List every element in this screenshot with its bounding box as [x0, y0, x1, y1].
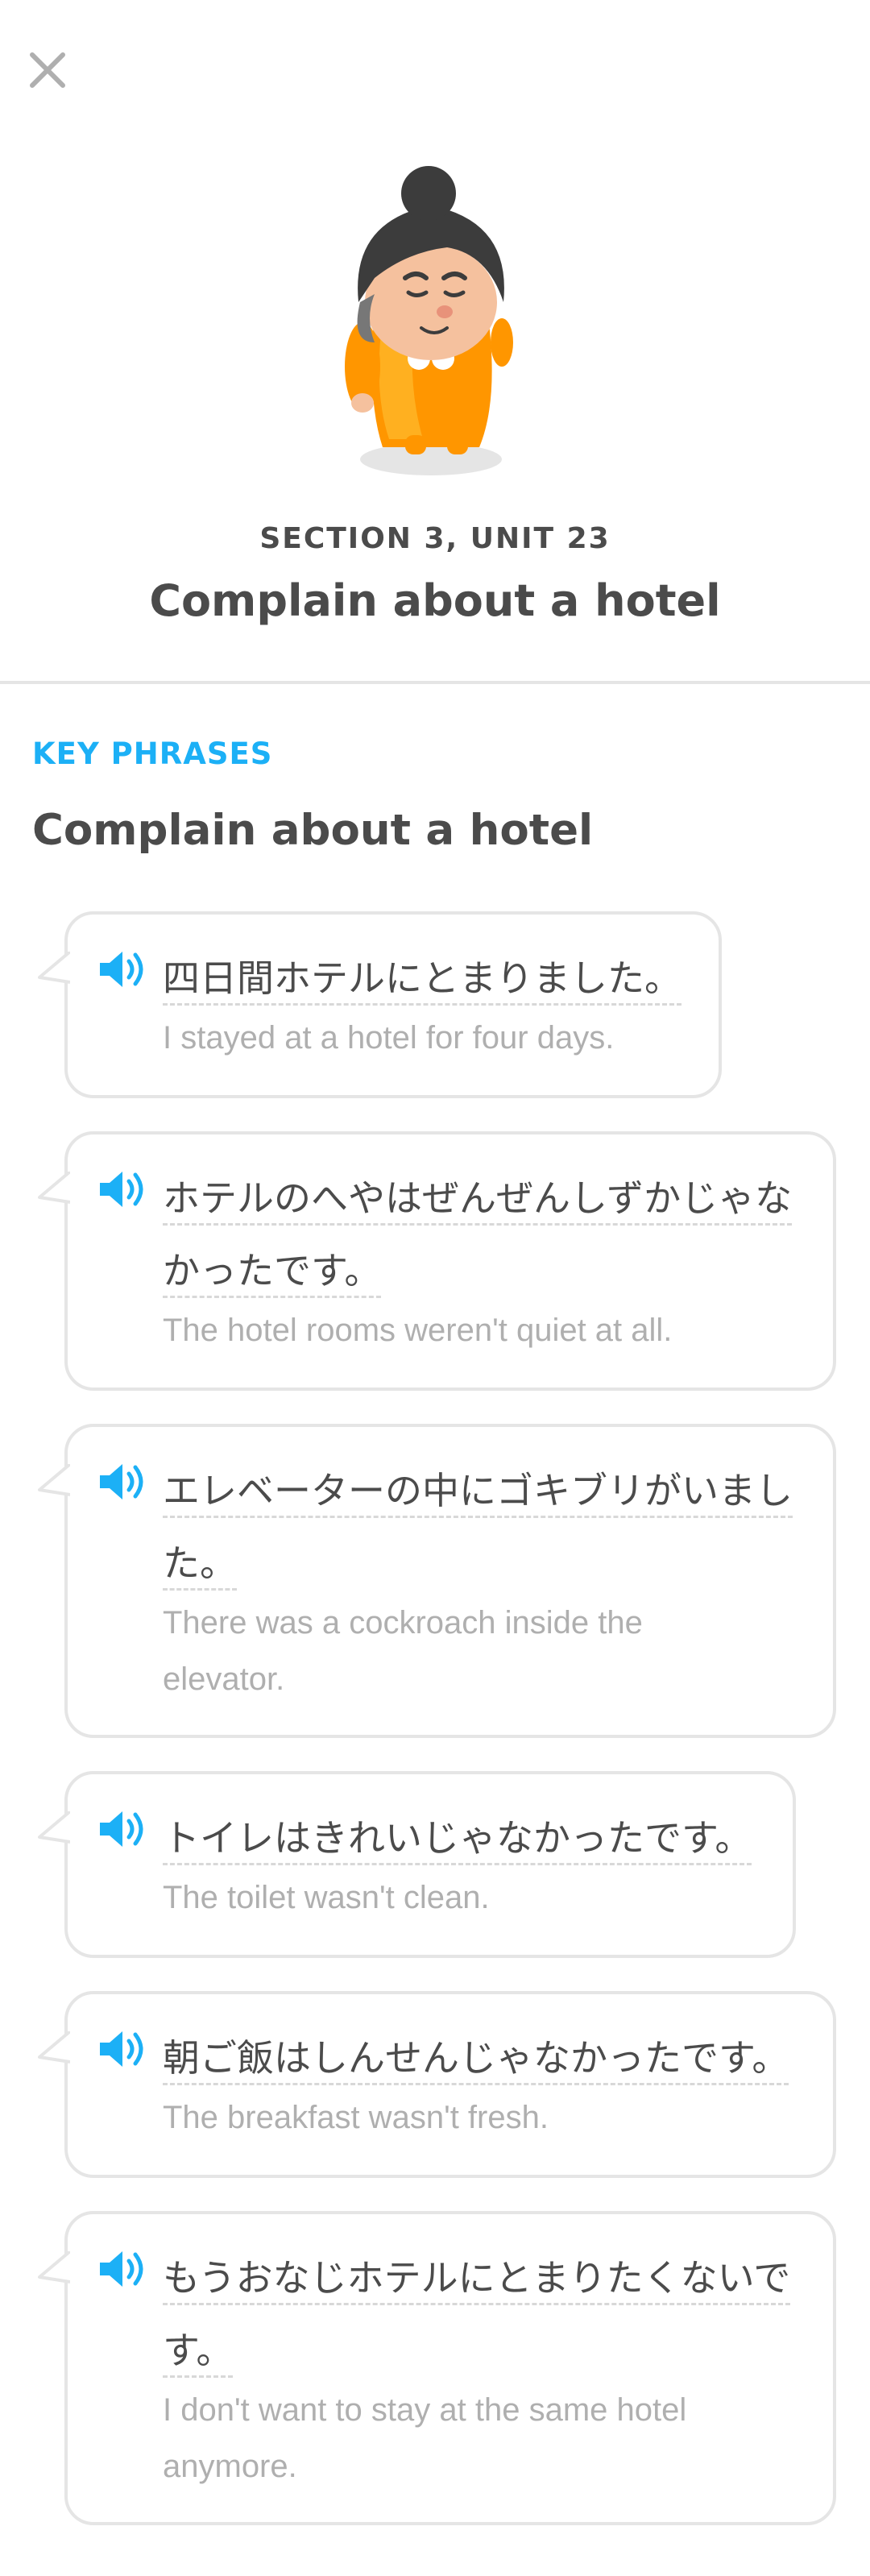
bubble-tail — [38, 2031, 70, 2064]
speaker-icon[interactable] — [97, 1461, 147, 1503]
phrase-english: I don't want to stay at the same hotel an… — [163, 2392, 687, 2484]
phrase-japanese[interactable]: トイレはきれいじゃなかったです。 — [163, 1802, 768, 1874]
phrase-english: The toilet wasn't clean. — [163, 1880, 490, 1915]
bubble-tail — [38, 2251, 70, 2284]
unit-title: Complain about a hotel — [149, 575, 721, 626]
key-phrases-label: KEY PHRASES — [32, 736, 273, 771]
phrase-card: 朝ご飯はしんせんじゃなかったです。 The breakfast wasn't f… — [38, 1991, 836, 2178]
unit-label: SECTION 3, UNIT 23 — [259, 522, 611, 555]
phrase-japanese[interactable]: もうおなじホテルにとまりたくないで す。 — [163, 2242, 809, 2387]
divider — [0, 681, 870, 684]
phrase-card: ホテルのへやはぜんぜんしずかじゃな かったです。 The hotel rooms … — [38, 1131, 836, 1391]
phrase-english: There was a cockroach inside the elevator… — [163, 1605, 643, 1697]
phrase-card: エレベーターの中にゴキブリがいまし た。 There was a cockroac… — [38, 1424, 836, 1738]
phrase-card: もうおなじホテルにとまりたくないで す。 I don't want to stay… — [38, 2211, 836, 2525]
speaker-icon[interactable] — [97, 1808, 147, 1850]
phrase-card: トイレはきれいじゃなかったです。 The toilet wasn't clean… — [38, 1771, 796, 1958]
speaker-icon[interactable] — [97, 948, 147, 990]
bubble-tail — [38, 1464, 70, 1496]
phrase-japanese[interactable]: 朝ご飯はしんせんじゃなかったです。 — [163, 2022, 809, 2094]
character-illustration — [326, 157, 544, 479]
bubble-tail — [38, 1172, 70, 1204]
phrase-english: The breakfast wasn't fresh. — [163, 2100, 549, 2135]
bubble-tail — [38, 1811, 70, 1844]
close-button[interactable] — [23, 45, 72, 95]
phrase-english: The hotel rooms weren't quiet at all. — [163, 1313, 673, 1348]
phrase-japanese[interactable]: 四日間ホテルにとまりました。 — [163, 942, 694, 1014]
phrase-japanese[interactable]: ホテルのへやはぜんぜんしずかじゃな かったです。 — [163, 1162, 809, 1307]
phrase-card: 四日間ホテルにとまりました。 I stayed at a hotel for f… — [38, 911, 722, 1098]
speaker-icon[interactable] — [97, 2248, 147, 2290]
close-icon — [30, 52, 65, 88]
phrase-japanese[interactable]: エレベーターの中にゴキブリがいまし た。 — [163, 1454, 809, 1599]
speaker-icon[interactable] — [97, 1168, 147, 1210]
key-phrases-title: Complain about a hotel — [32, 806, 594, 855]
phrase-english: I stayed at a hotel for four days. — [163, 1020, 615, 1056]
speaker-icon[interactable] — [97, 2028, 147, 2070]
bubble-tail — [38, 952, 70, 984]
